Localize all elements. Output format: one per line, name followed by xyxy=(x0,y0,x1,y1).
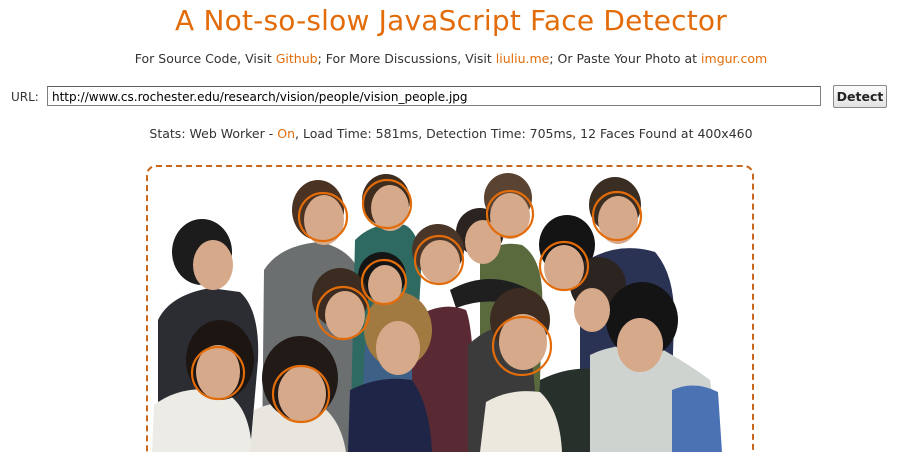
web-worker-state: On xyxy=(277,126,295,141)
subtitle-middle2: ; Or Paste Your Photo at xyxy=(549,51,702,66)
imgur-link[interactable]: imgur.com xyxy=(701,51,767,66)
stats-line: Stats: Web Worker - On, Load Time: 581ms… xyxy=(0,126,902,141)
url-label: URL: xyxy=(11,90,39,104)
github-link[interactable]: Github xyxy=(276,51,318,66)
detect-button[interactable]: Detect xyxy=(833,85,887,108)
subtitle: For Source Code, Visit Github; For More … xyxy=(0,51,902,66)
subtitle-middle: ; For More Discussions, Visit xyxy=(317,51,496,66)
stats-suffix: , Load Time: 581ms, Detection Time: 705m… xyxy=(295,126,753,141)
page: A Not-so-slow JavaScript Face Detector F… xyxy=(0,0,902,452)
liuliu-link[interactable]: liuliu.me xyxy=(496,51,550,66)
url-input[interactable] xyxy=(47,86,821,106)
subtitle-prefix: For Source Code, Visit xyxy=(134,51,276,66)
stats-prefix: Stats: Web Worker - xyxy=(149,126,278,141)
group-photo xyxy=(152,173,722,452)
page-title: A Not-so-slow JavaScript Face Detector xyxy=(175,4,727,37)
